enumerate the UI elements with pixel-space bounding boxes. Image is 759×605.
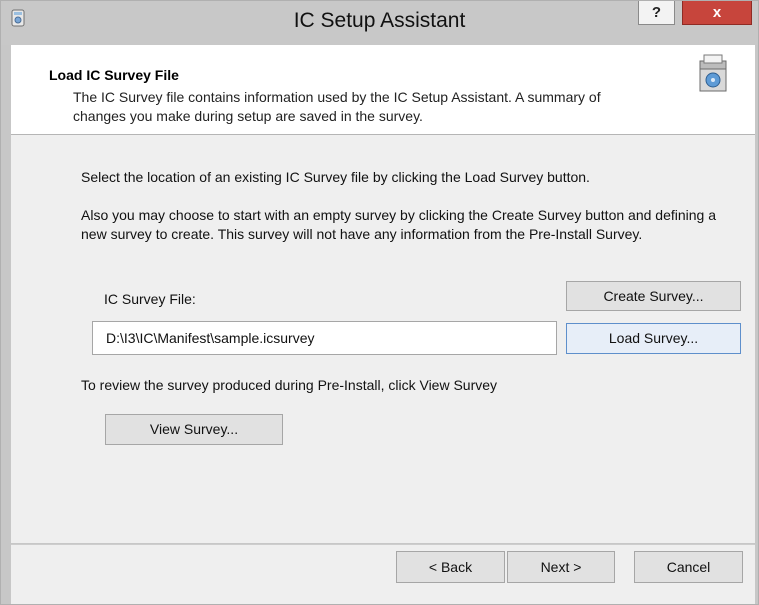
view-survey-button[interactable]: View Survey...	[105, 414, 283, 445]
help-button[interactable]: ?	[638, 1, 675, 25]
close-button[interactable]: x	[682, 1, 752, 25]
next-button[interactable]: Next >	[507, 551, 615, 583]
survey-file-input[interactable]: D:\I3\IC\Manifest\sample.icsurvey	[92, 321, 557, 355]
survey-file-label: IC Survey File:	[104, 291, 196, 307]
title-bar[interactable]: IC Setup Assistant ? x	[1, 1, 758, 45]
wizard-header: Load IC Survey File The IC Survey file c…	[11, 45, 755, 135]
cancel-button[interactable]: Cancel	[634, 551, 743, 583]
load-survey-button[interactable]: Load Survey...	[566, 323, 741, 354]
page-description: The IC Survey file contains information …	[73, 89, 601, 124]
back-button[interactable]: < Back	[396, 551, 505, 583]
installer-box-icon	[699, 54, 727, 92]
create-instructions: Also you may choose to start with an emp…	[81, 207, 716, 242]
create-survey-button[interactable]: Create Survey...	[566, 281, 741, 311]
help-icon: ?	[651, 4, 662, 21]
wizard-footer: < Back Next > Cancel	[11, 544, 755, 604]
close-icon: x	[712, 4, 722, 21]
setup-assistant-window: IC Setup Assistant ? x Load IC Survey Fi…	[0, 0, 759, 605]
select-instructions: Select the location of an existing IC Su…	[81, 169, 590, 185]
review-instructions: To review the survey produced during Pre…	[81, 377, 498, 393]
wizard-content: Select the location of an existing IC Su…	[11, 135, 755, 543]
page-title: Load IC Survey File	[49, 67, 179, 83]
